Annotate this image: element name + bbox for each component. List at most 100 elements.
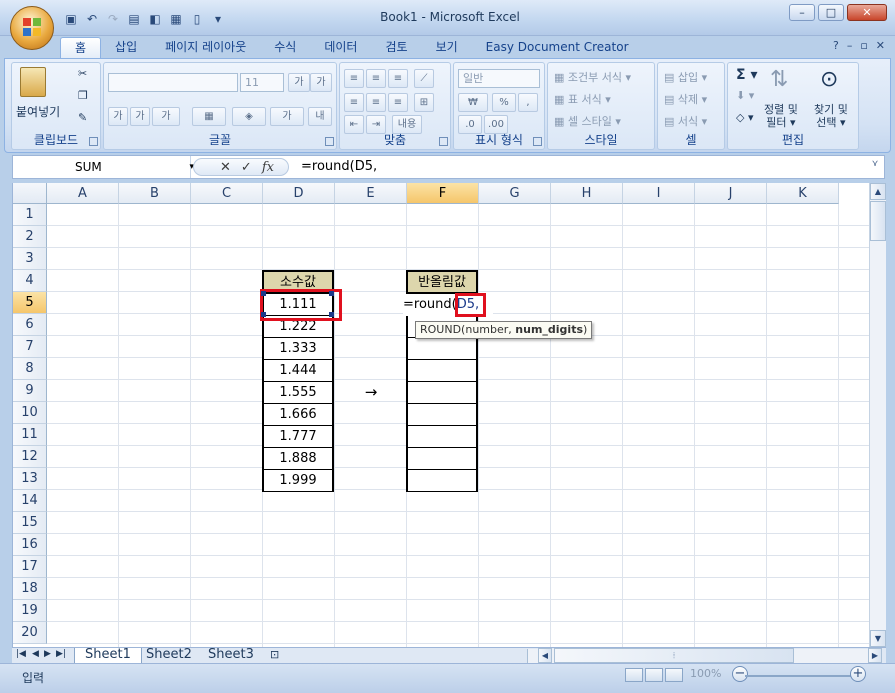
row-header[interactable]: 6 [13, 314, 47, 336]
ref-handle-tr[interactable] [329, 291, 334, 296]
column-header[interactable]: A [47, 183, 119, 204]
vertical-scrollbar[interactable]: ▲ ▼ [869, 183, 886, 647]
formula-input[interactable]: =round(D5, [301, 156, 377, 178]
expand-formula-bar-icon[interactable]: ⋎ [868, 159, 882, 175]
customize-qat-icon[interactable]: ▾ [209, 11, 227, 27]
align-top-button[interactable]: ≡ [344, 69, 364, 88]
column-header[interactable]: G [479, 183, 551, 204]
sort-filter-icon[interactable]: ⇅ [770, 67, 788, 92]
percent-button[interactable]: % [492, 93, 516, 112]
open-icon[interactable]: ▤ [125, 11, 143, 27]
find-select-button[interactable]: 찾기 및 선택 ▾ [814, 103, 848, 129]
row-header[interactable]: 20 [13, 622, 47, 644]
row-header[interactable]: 17 [13, 556, 47, 578]
copy-icon[interactable]: ❐ [78, 89, 88, 102]
borders-button[interactable]: ▦ [192, 107, 226, 126]
font-size-combo[interactable]: 11 [240, 73, 284, 92]
column-header[interactable]: F [407, 183, 479, 204]
find-select-icon[interactable]: ⊙ [820, 67, 838, 92]
name-box[interactable]: SUM ▾ [13, 156, 194, 178]
format-as-table-button[interactable]: ▦ 표 서식 ▾ [554, 91, 611, 107]
column-header[interactable]: B [119, 183, 191, 204]
row-header[interactable]: 1 [13, 204, 47, 226]
bold-button[interactable]: 가 [108, 107, 128, 126]
row-header[interactable]: 3 [13, 248, 47, 270]
scroll-right-icon[interactable]: ▶ [868, 648, 882, 663]
vertical-scroll-thumb[interactable] [870, 201, 886, 241]
fill-icon[interactable]: ⬇ ▾ [736, 89, 754, 102]
normal-view-button[interactable] [625, 668, 643, 682]
first-sheet-icon[interactable]: |◀ [16, 649, 26, 659]
scroll-left-icon[interactable]: ◀ [538, 648, 552, 663]
column-header[interactable]: E [335, 183, 407, 204]
tab-page-layout[interactable]: 페이지 레이아웃 [151, 37, 260, 58]
row-header[interactable]: 4 [13, 270, 47, 292]
page-layout-view-button[interactable] [645, 668, 663, 682]
cell-d-value[interactable]: 1.777 [262, 426, 334, 448]
paste-icon[interactable] [20, 67, 46, 97]
alignment-dialog-launcher[interactable] [439, 137, 448, 146]
sort-filter-button[interactable]: 정렬 및 필터 ▾ [764, 103, 798, 129]
row-header[interactable]: 11 [13, 424, 47, 446]
format-painter-icon[interactable]: ✎ [78, 111, 87, 124]
cell-d-value[interactable]: 1.444 [262, 360, 334, 382]
cell-d-value[interactable]: 1.333 [262, 338, 334, 360]
comma-button[interactable]: , [518, 93, 538, 112]
phonetic-button[interactable]: 내 [308, 107, 332, 126]
row-header[interactable]: 5 [13, 292, 47, 314]
cell-styles-button[interactable]: ▦ 셀 스타일 ▾ [554, 113, 621, 129]
page-break-view-button[interactable] [665, 668, 683, 682]
tab-data[interactable]: 데이터 [310, 37, 371, 58]
tab-home[interactable]: 홈 [60, 37, 102, 58]
row-header[interactable]: 14 [13, 490, 47, 512]
number-format-combo[interactable]: 일반 [458, 69, 540, 88]
merge-center-button[interactable]: ⊞ [414, 93, 434, 112]
workbook-minimize-icon[interactable]: – [847, 39, 853, 52]
tab-insert[interactable]: 삽입 [101, 37, 151, 58]
cut-icon[interactable]: ✂ [78, 67, 87, 80]
cell-f4-header[interactable]: 반올림값 [406, 270, 478, 294]
ref-handle-br[interactable] [329, 312, 334, 317]
column-header[interactable]: D [263, 183, 335, 204]
row-header[interactable]: 7 [13, 336, 47, 358]
maximize-button[interactable]: □ [818, 4, 844, 21]
tab-view[interactable]: 보기 [422, 37, 472, 58]
column-header[interactable]: K [767, 183, 839, 204]
last-sheet-icon[interactable]: ▶| [56, 649, 66, 659]
horizontal-scrollbar[interactable]: ◀ ⦙ ▶ [527, 648, 882, 663]
fill-color-button[interactable]: ◈ [232, 107, 266, 126]
delete-cells-button[interactable]: ▤ 삭제 ▾ [664, 91, 707, 107]
conditional-format-button[interactable]: ▦ 조건부 서식 ▾ [554, 69, 631, 85]
print-icon[interactable]: ▦ [167, 11, 185, 27]
enter-icon[interactable]: ✓ [241, 160, 252, 175]
ref-handle-bl[interactable] [261, 312, 266, 317]
horizontal-scroll-thumb[interactable]: ⦙ [554, 648, 794, 663]
sheet-tab-2[interactable]: Sheet2 [136, 648, 202, 664]
row-header[interactable]: 18 [13, 578, 47, 600]
cell-f-empty[interactable] [406, 360, 478, 382]
font-color-button[interactable]: 가 [270, 107, 304, 126]
autosum-icon[interactable]: Σ ▾ [736, 67, 757, 83]
help-icon[interactable]: ? [833, 39, 839, 52]
cell-d-value[interactable]: 1.999 [262, 470, 334, 492]
zoom-out-icon[interactable]: − [732, 666, 748, 682]
scroll-down-icon[interactable]: ▼ [870, 630, 886, 647]
column-header[interactable]: I [623, 183, 695, 204]
cell-f-empty[interactable] [406, 426, 478, 448]
office-button[interactable] [10, 6, 54, 50]
column-header[interactable]: J [695, 183, 767, 204]
row-header[interactable]: 19 [13, 600, 47, 622]
cancel-icon[interactable]: ✕ [220, 160, 231, 175]
zoom-level[interactable]: 100% [690, 667, 721, 680]
next-sheet-icon[interactable]: ▶ [44, 649, 51, 659]
align-bottom-button[interactable]: ≡ [388, 69, 408, 88]
paste-button[interactable]: 붙여넣기 [16, 103, 60, 120]
font-dialog-launcher[interactable] [325, 137, 334, 146]
clear-icon[interactable]: ◇ ▾ [736, 111, 753, 124]
tab-formulas[interactable]: 수식 [260, 37, 310, 58]
redo-icon[interactable]: ↷ [104, 11, 122, 27]
cell-f-empty[interactable] [406, 448, 478, 470]
align-middle-button[interactable]: ≡ [366, 69, 386, 88]
number-dialog-launcher[interactable] [533, 137, 542, 146]
save-icon[interactable]: ▣ [62, 11, 80, 27]
